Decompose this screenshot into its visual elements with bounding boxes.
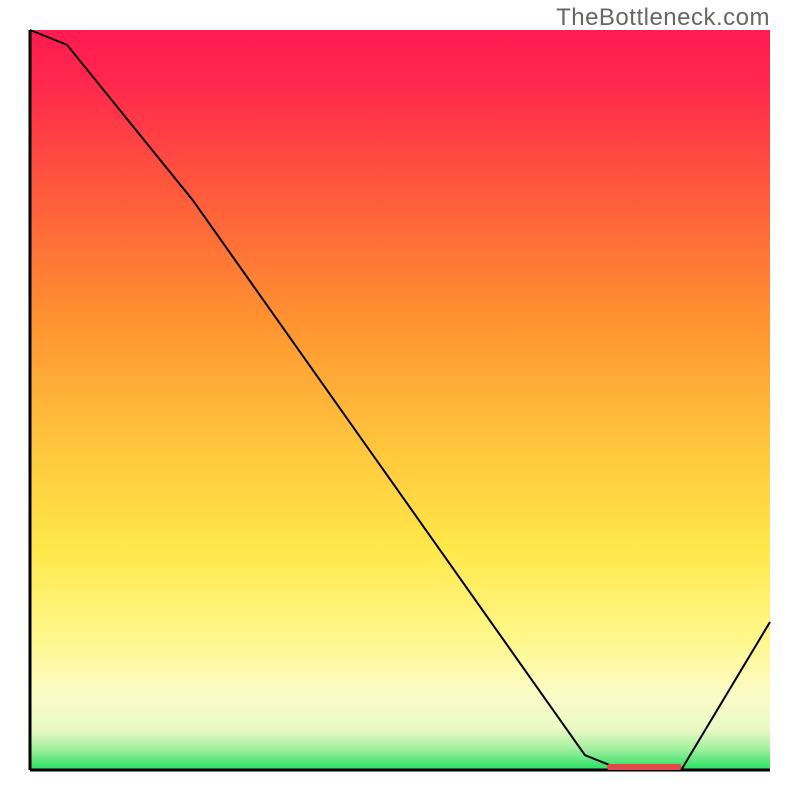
gradient-background <box>30 30 770 770</box>
chart-wrapper: TheBottleneck.com <box>0 0 800 800</box>
bottleneck-chart <box>0 0 800 800</box>
plot-area <box>30 30 770 770</box>
bottleneck-marker <box>607 764 681 770</box>
